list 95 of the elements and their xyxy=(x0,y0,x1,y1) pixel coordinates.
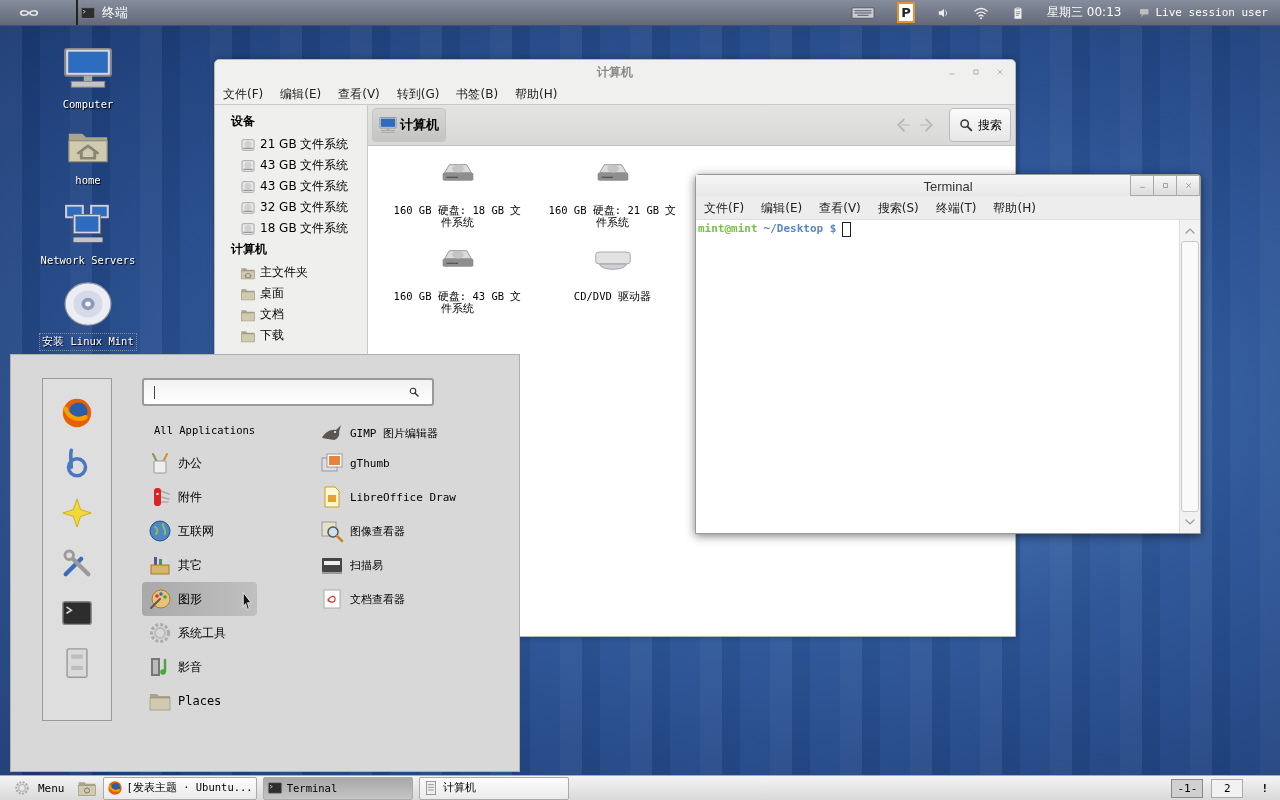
category-item[interactable]: 系统工具 xyxy=(142,616,257,650)
application-item[interactable]: 图像查看器 xyxy=(320,514,456,548)
workspace-button[interactable]: -1- xyxy=(1171,778,1204,798)
drive-icon xyxy=(240,178,256,195)
task-button[interactable]: 计算机 xyxy=(418,776,569,800)
category-item[interactable]: 影音 xyxy=(142,650,257,684)
terminal-icon xyxy=(80,4,96,21)
globe-icon xyxy=(148,519,172,543)
menu-item[interactable]: 终端(T) xyxy=(935,199,977,217)
scrollbar[interactable] xyxy=(1179,220,1200,533)
sidebar-item[interactable]: 主文件夹 xyxy=(260,264,308,281)
photo-icon xyxy=(320,451,344,475)
path-button[interactable]: 计算机 xyxy=(372,108,446,142)
sidebar-item[interactable]: 21 GB 文件系统 xyxy=(260,136,349,153)
terminal-launcher[interactable]: 终端 xyxy=(76,0,136,25)
sidebar-heading: 设备 xyxy=(229,113,256,130)
terminal-icon xyxy=(266,780,283,796)
application-item[interactable]: LibreOffice Draw xyxy=(320,480,456,514)
menu-item[interactable]: 转到(G) xyxy=(396,85,440,103)
category-item[interactable]: 办公 xyxy=(142,446,257,480)
user-name[interactable]: Live session user xyxy=(1155,6,1268,19)
drive-label[interactable]: 160 GB 硬盘: 21 GB 文件系统 xyxy=(546,204,679,228)
category-item[interactable]: All Applications xyxy=(142,420,312,446)
menu-item[interactable]: 文件(F) xyxy=(704,199,745,217)
disc-icon[interactable] xyxy=(63,281,113,327)
sidebar-item[interactable]: 43 GB 文件系统 xyxy=(260,157,349,174)
browser-icon[interactable] xyxy=(60,396,94,430)
desktop-icon-label[interactable]: home xyxy=(73,173,103,187)
menu-item[interactable]: 搜索(S) xyxy=(877,199,919,217)
sidebar-item[interactable]: 18 GB 文件系统 xyxy=(260,220,349,237)
drive-icon xyxy=(240,199,256,216)
category-item[interactable]: 附件 xyxy=(142,480,257,514)
menu-item[interactable]: 文件(F) xyxy=(223,85,264,103)
desktop-icon-label[interactable]: Network Servers xyxy=(38,253,138,267)
window-title: Terminal xyxy=(923,178,973,194)
application-item[interactable]: GIMP 图片编辑器 xyxy=(320,420,456,446)
maximize-icon xyxy=(1160,181,1170,190)
category-item[interactable]: Places xyxy=(142,684,257,718)
monitor-icon[interactable] xyxy=(63,45,113,91)
sidebar-item[interactable]: 桌面 xyxy=(260,285,284,302)
sidebar-heading: 计算机 xyxy=(229,241,268,258)
drive-icon xyxy=(240,157,256,174)
menu-item[interactable]: 编辑(E) xyxy=(280,85,322,103)
task-button[interactable]: [发表主题 · Ubuntu... xyxy=(102,776,257,800)
prompt-user: mint@mint xyxy=(698,222,758,235)
menu-item[interactable]: 书签(B) xyxy=(456,85,499,103)
search-icon xyxy=(408,386,420,398)
category-item[interactable]: 图形 xyxy=(142,582,257,616)
magnifier-photo-icon xyxy=(320,519,344,543)
desktop-icon-label[interactable]: Computer xyxy=(60,97,116,111)
sidebar-item[interactable]: 文档 xyxy=(260,306,284,323)
window-title: 计算机 xyxy=(597,63,633,81)
browser-icon xyxy=(106,780,123,796)
gear-icon xyxy=(14,780,30,796)
minimize-button[interactable] xyxy=(1130,175,1154,196)
indicator-badge[interactable]: P xyxy=(897,2,915,23)
drive-icon xyxy=(240,220,256,237)
monitor-icon xyxy=(379,116,397,134)
cursor-icon xyxy=(241,591,255,611)
clock[interactable]: 星期三 00:13 xyxy=(1047,4,1122,21)
application-item[interactable]: 文档查看器 xyxy=(320,582,456,616)
menu-item[interactable]: 帮助(H) xyxy=(515,85,558,103)
drive-label[interactable]: 160 GB 硬盘: 43 GB 文件系统 xyxy=(391,290,524,314)
close-button[interactable] xyxy=(1176,175,1200,196)
drive-label[interactable]: CD/DVD 驱动器 xyxy=(546,290,679,302)
category-item[interactable]: 其它 xyxy=(142,548,257,582)
task-button[interactable]: Terminal xyxy=(262,776,413,800)
close-icon[interactable] xyxy=(995,67,1005,77)
palette-icon xyxy=(148,587,172,611)
prompt-path: ~/Desktop $ xyxy=(763,222,837,235)
application-item[interactable]: 扫描易 xyxy=(320,548,456,582)
menu-button[interactable]: Menu xyxy=(14,780,71,796)
drive-icon xyxy=(240,136,256,153)
text-cursor xyxy=(842,222,852,237)
document-icon xyxy=(320,587,344,611)
maximize-button[interactable] xyxy=(1153,175,1177,196)
desktop-icon-label[interactable]: 安装 Linux Mint xyxy=(39,333,137,351)
search-icon xyxy=(958,117,974,133)
menu-item[interactable]: 查看(V) xyxy=(338,85,380,103)
chat-icon[interactable] xyxy=(1139,6,1152,19)
sidebar-item[interactable]: 32 GB 文件系统 xyxy=(260,199,349,216)
category-item[interactable]: 互联网 xyxy=(142,514,257,548)
gear-icon xyxy=(148,621,172,645)
menu-item[interactable]: 帮助(H) xyxy=(993,199,1036,217)
search-button[interactable]: 搜索 xyxy=(949,108,1011,142)
application-item[interactable]: gThumb xyxy=(320,446,456,480)
sidebar-item[interactable]: 下载 xyxy=(260,327,284,344)
drive-label[interactable]: 160 GB 硬盘: 18 GB 文件系统 xyxy=(391,204,524,228)
menu-item[interactable]: 查看(V) xyxy=(819,199,861,217)
sidebar-item[interactable]: 43 GB 文件系统 xyxy=(260,178,349,195)
close-icon xyxy=(1183,181,1193,190)
menu-item[interactable]: 编辑(E) xyxy=(761,199,803,217)
notification-indicator[interactable]: ! xyxy=(1261,781,1268,795)
workspace-button[interactable]: 2 xyxy=(1211,778,1244,798)
search-field[interactable] xyxy=(142,378,434,406)
